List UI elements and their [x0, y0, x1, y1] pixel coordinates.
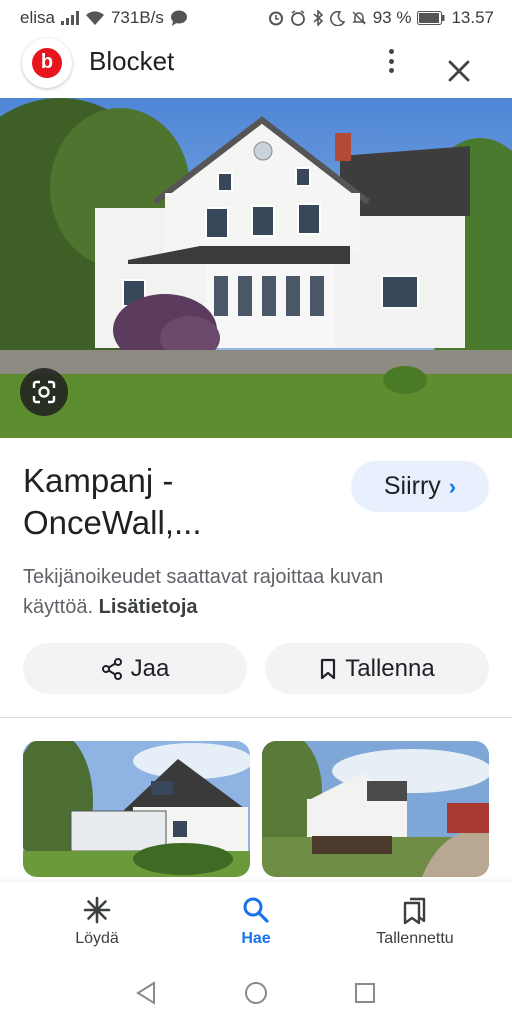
copyright-text: Tekijänoikeudet saattavat rajoittaa kuva…	[23, 566, 384, 618]
visit-button-label: Siirry	[383, 472, 441, 500]
bluetooth-icon	[312, 10, 324, 26]
related-image[interactable]	[23, 741, 250, 877]
site-title: Blocket	[89, 46, 175, 76]
chevron-right-icon: ›	[448, 473, 457, 499]
nav-saved[interactable]: Tallennettu	[355, 896, 475, 948]
network-speed: 731B/s	[110, 8, 164, 27]
chat-icon	[170, 10, 188, 26]
nav-search-label: Hae	[241, 930, 271, 947]
related-image[interactable]	[262, 741, 489, 877]
result-title: Kampanj - OnceWall,...	[23, 462, 202, 541]
bottom-navigation: Löydä Hae Tallennettu	[0, 882, 512, 968]
clock-icon	[290, 10, 306, 26]
close-icon[interactable]	[442, 54, 476, 88]
lens-icon	[32, 380, 56, 404]
nav-discover-label: Löydä	[75, 930, 119, 947]
lens-button[interactable]	[20, 368, 68, 416]
battery-icon	[417, 11, 445, 25]
recents-icon[interactable]	[352, 980, 378, 1006]
wifi-icon	[85, 10, 105, 26]
home-icon[interactable]	[243, 980, 269, 1006]
carrier-name: elisa	[20, 8, 55, 27]
mute-icon	[351, 10, 367, 26]
battery-percent: 93 %	[372, 8, 412, 27]
nav-search[interactable]: Hae	[196, 896, 316, 948]
save-button-label: Tallenna	[345, 654, 435, 682]
share-icon	[101, 657, 122, 680]
clock-time: 13.57	[451, 8, 494, 27]
kebab-menu-icon[interactable]	[378, 46, 404, 76]
system-navigation	[0, 968, 512, 1024]
blocket-logo: b	[22, 38, 72, 88]
app-header: b Blocket	[0, 36, 512, 98]
more-info-link[interactable]: Lisätietoja	[99, 596, 198, 618]
back-icon[interactable]	[133, 980, 159, 1006]
copyright-notice: Tekijänoikeudet saattavat rajoittaa kuva…	[23, 562, 443, 622]
blocket-logo-badge: b	[32, 48, 62, 78]
search-icon	[243, 897, 269, 923]
signal-icon	[60, 11, 79, 25]
result-image[interactable]	[0, 98, 512, 438]
visit-button[interactable]: Siirry ›	[351, 461, 489, 512]
moon-icon	[329, 10, 345, 26]
save-button[interactable]: Tallenna	[265, 643, 489, 694]
bookmark-icon	[321, 658, 336, 679]
share-button[interactable]: Jaa	[23, 643, 247, 694]
nav-discover[interactable]: Löydä	[37, 896, 157, 948]
asterisk-icon	[83, 896, 111, 924]
bookmarks-icon	[403, 897, 426, 924]
logo-letter: b	[40, 51, 54, 73]
alarm-icon	[268, 10, 284, 26]
share-button-label: Jaa	[130, 654, 170, 682]
divider	[0, 717, 512, 718]
status-bar: elisa 731B/s 93 % 13.57	[0, 0, 512, 36]
nav-saved-label: Tallennettu	[376, 930, 454, 947]
